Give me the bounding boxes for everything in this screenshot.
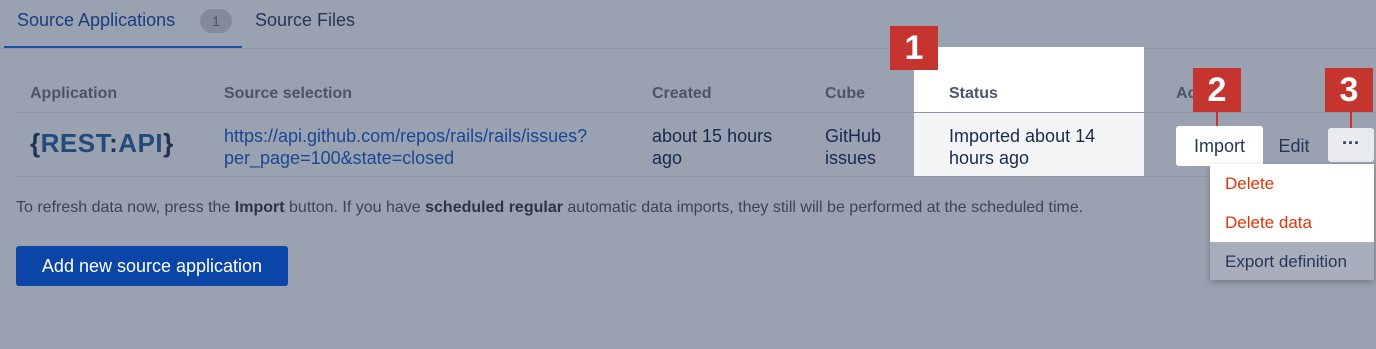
cube-cell: GitHub issues (825, 125, 881, 169)
header-status: Status (949, 85, 998, 102)
menu-item-export-definition[interactable]: Export definition (1225, 252, 1347, 272)
created-line1: about 15 hours (652, 126, 773, 146)
help-text-scheduled: scheduled regular (425, 199, 563, 216)
source-selection-link[interactable]: https://api.github.com/repos/rails/rails… (224, 125, 587, 169)
table-header-divider (14, 112, 1374, 113)
edit-button[interactable]: Edit (1270, 126, 1318, 166)
logo-brace-open: { (30, 128, 41, 158)
callout-line-3 (1350, 112, 1352, 128)
table-row-divider (14, 176, 1374, 177)
menu-item-delete[interactable]: Delete (1225, 174, 1274, 194)
status-cell: Imported about 14 hours ago (949, 125, 1095, 169)
header-cube: Cube (825, 85, 865, 102)
tab-bar: Source Applications 1 Source Files (0, 0, 1376, 49)
help-text-import: Import (234, 199, 285, 216)
header-source-selection: Source selection (224, 85, 353, 102)
source-selection-line2: per_page=100&state=closed (224, 148, 455, 168)
callout-badge-2: 2 (1193, 68, 1241, 112)
logo-brace-close: } (163, 128, 174, 158)
tab-count-badge: 1 (200, 9, 232, 33)
callout-badge-3: 3 (1325, 68, 1373, 112)
add-source-application-button[interactable]: Add new source application (16, 246, 288, 286)
header-application: Application (30, 85, 118, 102)
tab-source-files[interactable]: Source Files (255, 0, 355, 46)
tab-source-applications[interactable]: Source Applications 1 (4, 0, 242, 48)
logo-colon: : (109, 128, 119, 158)
rest-api-logo: {REST:API} (30, 128, 174, 159)
callout-badge-1: 1 (890, 26, 938, 70)
help-text-part3: automatic data imports, they still will … (562, 199, 1084, 216)
created-line2: ago (652, 148, 683, 168)
header-created: Created (652, 85, 712, 102)
created-cell: about 15 hours ago (652, 125, 772, 169)
status-line2: hours ago (949, 148, 1030, 168)
status-line1: Imported about 14 (949, 126, 1096, 146)
source-selection-line1: https://api.github.com/repos/rails/rails… (224, 126, 588, 146)
more-actions-button[interactable]: ··· (1328, 128, 1374, 162)
help-text: To refresh data now, press the Import bu… (16, 199, 1083, 217)
cube-line1: GitHub (825, 126, 882, 146)
help-text-part2: button. If you have (284, 199, 426, 216)
tab-source-applications-label: Source Applications (17, 10, 176, 30)
help-text-part1: To refresh data now, press the (16, 199, 235, 216)
logo-rest: REST (40, 128, 110, 158)
cube-line2: issues (825, 148, 877, 168)
more-actions-menu: Delete Delete data Export definition (1210, 164, 1374, 280)
logo-api: API (118, 128, 164, 158)
menu-item-delete-data[interactable]: Delete data (1225, 213, 1312, 233)
callout-line-2 (1216, 112, 1218, 126)
import-button[interactable]: Import (1176, 126, 1263, 166)
